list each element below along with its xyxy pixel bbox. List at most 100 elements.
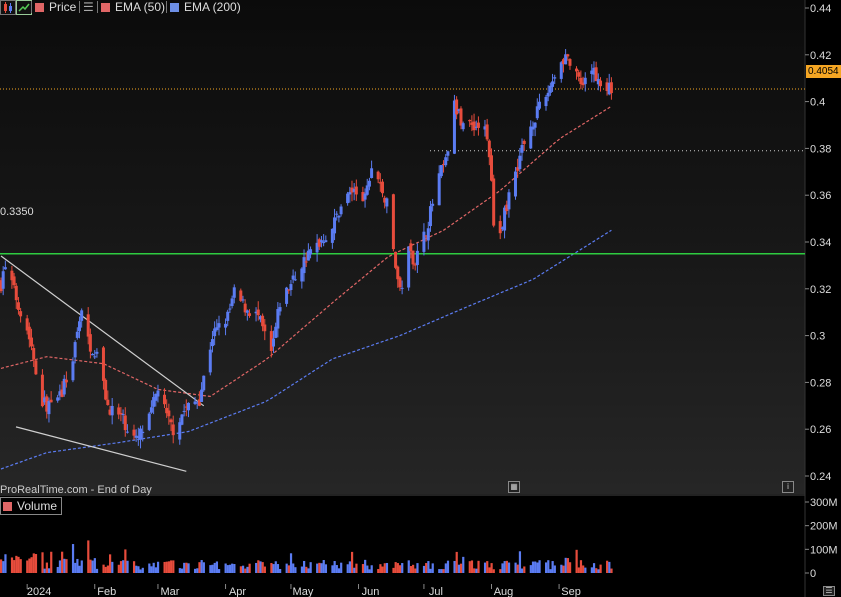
volume-bar [462, 556, 465, 573]
volume-bar [488, 567, 491, 573]
candle-body [239, 290, 243, 301]
support-level-label: 0.3350 [0, 206, 34, 218]
volume-bar [61, 551, 64, 573]
volume-bar [523, 566, 526, 573]
volume-bar [431, 563, 434, 573]
volume-bar [261, 562, 264, 573]
candle-body [248, 313, 252, 316]
legend-ema200[interactable]: EMA (200) [170, 0, 241, 14]
candle-body [73, 342, 77, 358]
candle-body [12, 276, 16, 286]
volume-bar [486, 561, 489, 573]
time-tick-label: Aug [494, 586, 514, 597]
volume-bar [385, 562, 389, 573]
volume-bar [104, 566, 107, 573]
trend-icon[interactable] [16, 0, 32, 15]
volume-bar [183, 562, 186, 573]
volume-bar [521, 568, 524, 573]
volume-bar [257, 560, 260, 573]
candle-body [178, 422, 182, 440]
candle-body [324, 240, 328, 243]
candle-body [485, 124, 489, 140]
candle-body [335, 213, 339, 215]
calendar-icon[interactable]: ▦ [508, 481, 520, 493]
legend-price-label: Price [49, 0, 77, 14]
volume-bar [213, 562, 216, 573]
legend-menu-icon[interactable]: ☰ [83, 0, 94, 14]
volume-bar [305, 566, 308, 573]
candle-body [367, 180, 371, 187]
chart-type-icon[interactable] [0, 0, 16, 15]
volume-bar [13, 560, 16, 573]
candle-body [577, 72, 581, 77]
candle-body [210, 339, 214, 347]
legend-ema50[interactable]: EMA (50) [101, 0, 165, 14]
volume-bar [80, 560, 83, 573]
volume-bar [309, 562, 312, 573]
volume-bar [331, 565, 334, 573]
candle-body [77, 321, 81, 332]
volume-bar [124, 549, 127, 573]
volume-bar [429, 568, 432, 573]
stock-chart[interactable]: 0.44 0.42 0.4 0.38 0.36 0.34 0.32 0.3 0.28 0.26 0.… [0, 0, 841, 597]
candle-body [609, 82, 613, 94]
volume-bar [333, 561, 336, 573]
candle-body [444, 157, 448, 166]
candle-body [599, 80, 602, 87]
volume-bar [595, 568, 598, 573]
price-tick-label: 0.3 [810, 331, 825, 343]
time-tick-label: 2024 [27, 586, 51, 597]
candle-body [472, 121, 476, 131]
candle-body [559, 62, 563, 79]
volume-bar [453, 560, 456, 573]
volume-bar [137, 566, 140, 573]
volume-bar [255, 562, 258, 573]
volume-bar [590, 567, 593, 573]
volume-bar [4, 554, 7, 573]
legend-price[interactable]: Price [35, 0, 76, 14]
volume-bar [117, 564, 120, 573]
candle-body [575, 68, 579, 72]
candle-body [370, 168, 374, 178]
candle-body [461, 123, 465, 130]
candle-body [422, 231, 426, 252]
candle-body [147, 413, 151, 430]
candle-body [396, 266, 400, 280]
candle-body [169, 419, 173, 423]
volume-bar [499, 569, 502, 573]
volume-bar [366, 565, 369, 573]
candle-body [95, 351, 99, 354]
volume-bar [355, 563, 358, 573]
volume-bar [119, 561, 123, 573]
volume-bar [599, 564, 602, 573]
candle-body [407, 246, 411, 288]
volume-tick-label: 200M [810, 521, 838, 533]
candle-body [354, 186, 358, 195]
candle-body [533, 122, 537, 128]
info-icon[interactable]: i [782, 481, 794, 493]
price-tick-label: 0.44 [810, 3, 831, 15]
volume-bar [316, 563, 319, 573]
candle-body [182, 410, 186, 412]
candle-body [272, 338, 275, 347]
volume-bar [263, 566, 266, 573]
volume-legend[interactable]: Volume [0, 497, 63, 515]
candle-body [167, 410, 171, 417]
candle-body [230, 298, 234, 307]
volume-bar [167, 561, 171, 573]
volume-bar [226, 565, 229, 573]
volume-bar [87, 540, 90, 573]
candle-body [110, 405, 114, 416]
volume-bar [200, 560, 203, 573]
last-price-tag: 0.4054 [806, 65, 841, 78]
candle-body [215, 327, 219, 331]
candle-body [241, 299, 245, 301]
volume-bar [438, 569, 441, 573]
candle-body [498, 221, 502, 234]
menu-icon[interactable]: ☰ [823, 586, 835, 596]
volume-bar [412, 564, 415, 573]
candle-body [263, 324, 267, 332]
volume-bar [272, 564, 275, 573]
volume-bar [398, 565, 402, 573]
candle-body [339, 206, 343, 215]
